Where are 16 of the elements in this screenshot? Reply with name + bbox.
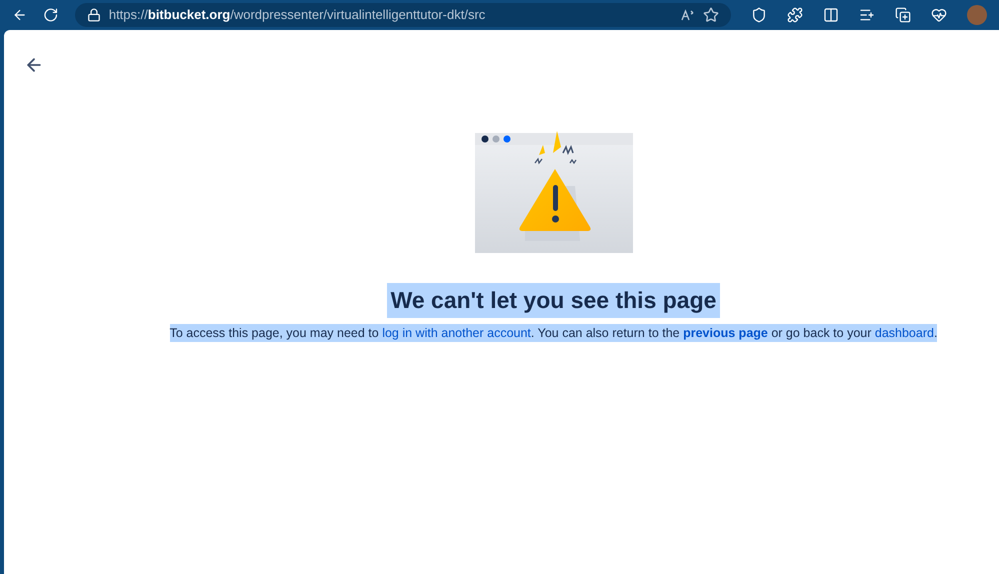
health-icon[interactable]	[931, 7, 947, 23]
reload-icon[interactable]	[43, 7, 59, 23]
favorites-icon[interactable]	[859, 7, 875, 23]
link[interactable]: dashboard	[874, 326, 934, 340]
error-title: We can't let you see this page	[386, 283, 720, 318]
link[interactable]: log in with another account	[382, 326, 531, 340]
read-aloud-icon[interactable]	[681, 9, 695, 21]
address-bar[interactable]: https://bitbucket.org/wordpressenter/virtualintelligenttutor-dkt/src	[74, 3, 731, 27]
collections-icon[interactable]	[895, 7, 911, 23]
error-message: To access this page, you may need to log in with another account. You can also return to the previous page or go back to your dashboard.	[170, 324, 938, 342]
link[interactable]: previous page	[683, 326, 768, 340]
extensions-icon[interactable]	[787, 7, 803, 23]
back-icon[interactable]	[12, 7, 28, 23]
split-screen-icon[interactable]	[823, 7, 839, 23]
favorite-icon[interactable]	[703, 7, 719, 23]
lock-icon	[86, 8, 101, 22]
